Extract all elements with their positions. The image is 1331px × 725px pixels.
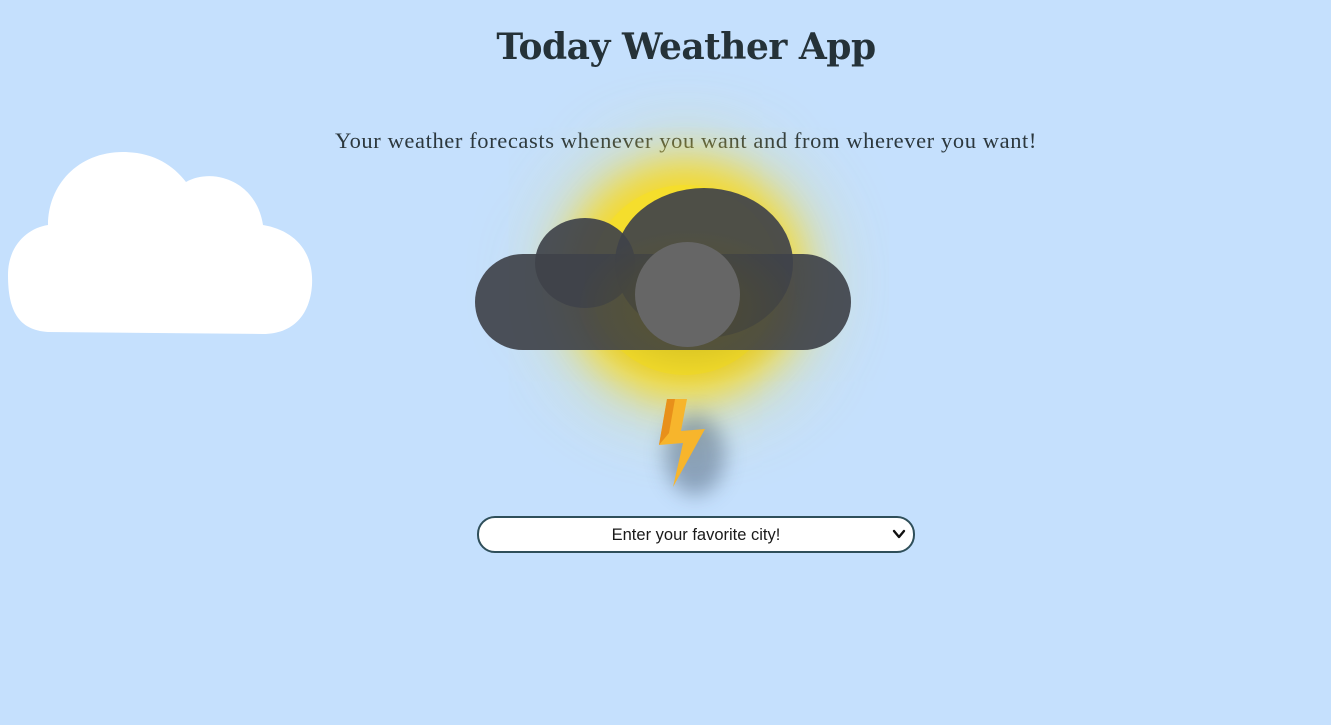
weather-app-page: Today Weather App Your weather forecasts… <box>0 0 1331 725</box>
city-select[interactable]: Enter your favorite city! <box>477 516 915 553</box>
cloud-icon <box>8 152 313 334</box>
sun-core <box>635 242 740 347</box>
thunderstorm-sun-icon <box>470 150 860 500</box>
lightning-bolt-icon <box>659 399 705 487</box>
page-title: Today Weather App <box>496 26 876 68</box>
city-select-wrapper: Enter your favorite city! <box>477 516 915 553</box>
